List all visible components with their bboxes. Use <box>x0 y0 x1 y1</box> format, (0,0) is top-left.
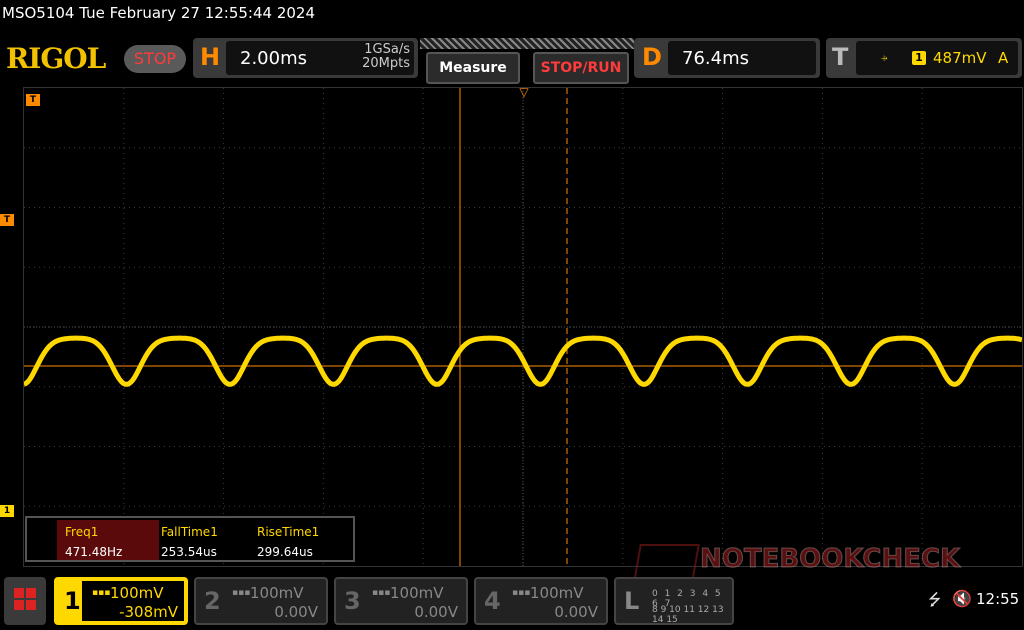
measurement-value: 253.54us <box>161 545 217 559</box>
measurement-name: FallTime1 <box>161 525 218 539</box>
trigger-label: T <box>832 43 849 71</box>
speaker-muted-icon[interactable]: 🔇 <box>952 589 972 608</box>
channel-number: 4 <box>484 587 501 615</box>
memory-position-strip <box>420 38 634 49</box>
measurement-freq[interactable]: Freq1 471.48Hz <box>57 520 159 560</box>
channel-1-panel[interactable]: 1 ▪▪▪ 100mV -308mV <box>54 577 188 625</box>
logic-analyzer-panel[interactable]: L 0 1 2 3 4 5 6 7 8 9 10 11 12 13 14 15 <box>614 577 734 625</box>
measurement-falltime[interactable]: FallTime1 253.54us <box>153 520 255 560</box>
measure-button[interactable]: Measure <box>426 52 520 84</box>
dc-coupling-icon: ▪▪▪ <box>232 588 251 598</box>
dc-coupling-icon: ▪▪▪ <box>372 588 391 598</box>
trigger-level: 487mV <box>933 49 987 67</box>
trigger-marker-top[interactable]: T <box>26 94 40 106</box>
measurement-name: RiseTime1 <box>257 525 320 539</box>
memory-depth: 20Mpts <box>362 56 410 71</box>
run-state-badge[interactable]: STOP <box>124 45 186 73</box>
measurement-panel[interactable]: Freq1 471.48Hz FallTime1 253.54us RiseTi… <box>25 516 355 562</box>
trigger-source-badge: 1 <box>912 51 926 65</box>
channel-number: 2 <box>204 587 221 615</box>
channel-scale: 100mV <box>250 584 304 602</box>
sample-rate: 1GSa/s <box>364 42 410 57</box>
measurement-value: 471.48Hz <box>65 545 123 559</box>
channel-scale: 100mV <box>390 584 444 602</box>
stop-run-button[interactable]: STOP/RUN <box>533 52 629 84</box>
waveform-display[interactable] <box>22 87 1024 567</box>
logic-label: L <box>624 587 640 615</box>
dc-coupling-icon: ▪▪▪ <box>512 588 531 598</box>
ch1-waveform <box>22 335 1024 387</box>
usb-icon[interactable]: ⭍ <box>928 589 941 616</box>
sample-info: 1GSa/s 20Mpts <box>330 43 410 71</box>
measurement-risetime[interactable]: RiseTime1 299.64us <box>249 520 351 560</box>
measurement-value: 299.64us <box>257 545 313 559</box>
horizontal-label: H <box>200 43 221 71</box>
channel-offset: 0.00V <box>274 603 318 621</box>
ch1-offset-marker[interactable]: 1 <box>0 505 14 517</box>
menu-grid-icon <box>14 588 36 610</box>
trigger-level-marker[interactable]: T <box>0 214 14 226</box>
channel-offset: 0.00V <box>554 603 598 621</box>
channel-offset: 0.00V <box>414 603 458 621</box>
watermark-text: NOTEBOOKCHECK <box>699 544 961 575</box>
status-line: MSO5104 Tue February 27 12:55:44 2024 <box>2 4 316 22</box>
dc-coupling-icon: ▪▪▪ <box>92 588 111 598</box>
trigger-mode: A <box>998 49 1009 67</box>
rigol-logo: RIGOL <box>6 42 106 75</box>
logic-bits-high: 8 9 10 11 12 13 14 15 <box>652 605 724 625</box>
graticule <box>22 88 1024 566</box>
channel-number: 1 <box>64 587 81 615</box>
channel-4-panel[interactable]: 4 ▪▪▪ 100mV 0.00V <box>474 577 608 625</box>
trigger-position-marker[interactable]: ▽ <box>517 85 531 99</box>
delay-value: 76.4ms <box>682 48 749 69</box>
timebase-value: 2.00ms <box>240 48 307 69</box>
clock: 12:55 <box>976 590 1020 608</box>
channel-scale: 100mV <box>110 584 164 602</box>
channel-number: 3 <box>344 587 361 615</box>
measurement-name: Freq1 <box>65 525 99 539</box>
channel-2-panel[interactable]: 2 ▪▪▪ 100mV 0.00V <box>194 577 328 625</box>
channel-scale: 100mV <box>530 584 584 602</box>
channel-offset: -308mV <box>119 603 178 621</box>
channel-3-panel[interactable]: 3 ▪▪▪ 100mV 0.00V <box>334 577 468 625</box>
rising-edge-icon: ⍆ <box>880 50 889 66</box>
delay-label: D <box>642 43 662 71</box>
